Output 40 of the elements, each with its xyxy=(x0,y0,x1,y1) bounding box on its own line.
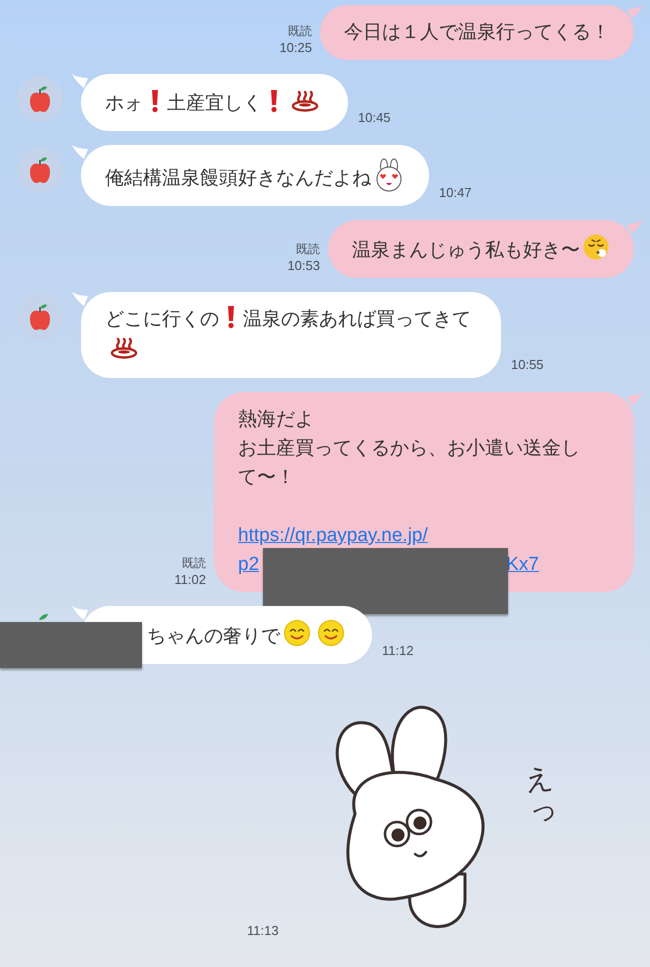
read-receipt: 既読 xyxy=(288,23,312,39)
message-text: どこに行くの xyxy=(105,309,219,330)
read-receipt: 既読 xyxy=(296,241,320,257)
message-time: 10:45 xyxy=(358,108,391,126)
message-time: 11:02 xyxy=(174,571,206,588)
avatar[interactable] xyxy=(17,294,63,340)
message-time: 10:47 xyxy=(439,184,472,202)
message-time: 11:12 xyxy=(382,642,414,660)
link[interactable]: https://qr.paypay.ne.jp/ xyxy=(238,521,428,550)
message-text: お土産買ってくるから、お小遣い送金して〜！ xyxy=(238,437,581,490)
message-text: 熱海だよ xyxy=(238,408,315,432)
avatar[interactable] xyxy=(17,147,63,193)
avatar[interactable] xyxy=(17,76,63,122)
smiling-face-icon xyxy=(283,619,311,647)
exclamation-icon xyxy=(268,89,280,113)
leaf-icon xyxy=(38,614,48,621)
smiling-face-icon xyxy=(317,619,345,647)
message-text: ちゃんの奢りで xyxy=(147,626,280,647)
message-text: ホォ xyxy=(105,93,143,114)
message-time: 10:55 xyxy=(511,356,544,374)
apple-icon xyxy=(29,85,51,113)
bubble-tail xyxy=(627,392,643,406)
message-text: 今日は１人で温泉行ってくる！ xyxy=(344,22,610,43)
sighing-face-icon xyxy=(582,233,610,261)
link[interactable]: p2 xyxy=(238,550,260,579)
exclamation-icon xyxy=(225,305,237,329)
message-text: 俺結構温泉饅頭好きなんだよね xyxy=(105,168,371,189)
message-text: 温泉の素あれば買ってきて xyxy=(243,309,471,330)
apple-icon xyxy=(29,303,51,331)
bubble-tail xyxy=(72,292,88,306)
exclamation-icon xyxy=(149,89,161,113)
apple-icon xyxy=(29,156,51,184)
message-time: 11:13 xyxy=(247,922,279,940)
read-receipt: 既読 xyxy=(182,555,206,571)
bubble-tail xyxy=(72,145,88,159)
sticker-text: えっ xyxy=(522,762,559,828)
message-time: 10:53 xyxy=(287,257,320,274)
message-text: 土産宜しく xyxy=(167,93,262,114)
message-time: 10:25 xyxy=(279,39,312,56)
message-text: 温泉まんじゅう私も好き〜 xyxy=(352,240,580,261)
